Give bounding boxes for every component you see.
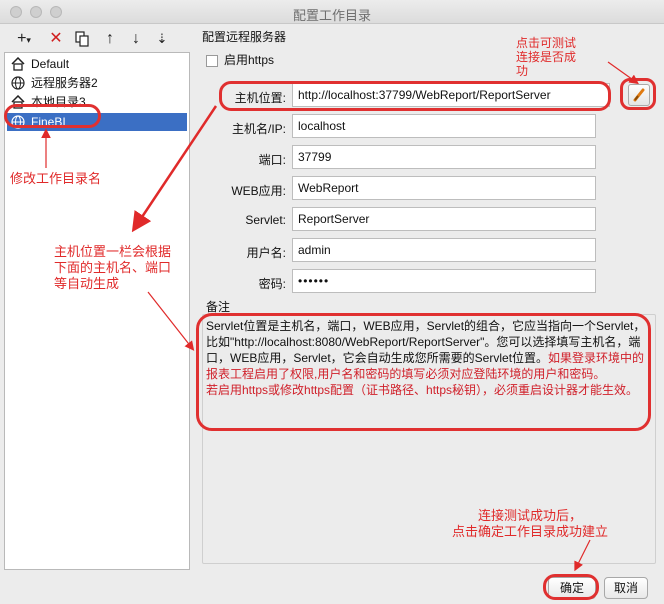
annotation-test: 点击可测试 连接是否成 功 <box>516 36 577 78</box>
host-position-highlight-oval <box>219 81 611 111</box>
home-icon <box>11 57 25 71</box>
https-label: 启用https <box>224 53 275 67</box>
delete-button[interactable]: ✕ <box>46 29 66 49</box>
https-checkbox-row[interactable]: 启用https <box>206 51 274 67</box>
https-checkbox[interactable] <box>206 54 218 67</box>
workspace-tree[interactable]: Default 远程服务器2 本地目录3 FineBI <box>4 52 190 570</box>
finebi-highlight-oval <box>4 104 101 128</box>
move-up-button[interactable]: ↑ <box>100 29 120 49</box>
password-input[interactable]: •••••• <box>292 269 596 293</box>
copy-icon <box>75 31 89 47</box>
arrow-up-icon: ↑ <box>106 30 114 47</box>
sort-icon: ⇣ <box>156 31 168 46</box>
annotation-autogen: 主机位置一栏会根据 下面的主机名、端口 等自动生成 <box>54 244 172 291</box>
tree-item-default[interactable]: Default <box>7 55 187 73</box>
title-bar: 配置工作目录 <box>0 0 664 24</box>
annotation-rename: 修改工作目录名 <box>10 171 102 186</box>
host-input[interactable]: localhost <box>292 114 596 138</box>
host-label: 主机名/IP: <box>231 122 286 136</box>
webapp-input[interactable]: WebReport <box>292 176 596 200</box>
red-x-icon: ✕ <box>49 30 63 47</box>
tree-item-label: 远程服务器2 <box>31 76 98 90</box>
sort-button[interactable]: ⇣ <box>152 29 172 49</box>
workspace-toolbar: +▾ ✕ ↑ ↓ ⇣ <box>4 26 190 52</box>
notes-highlight-oval <box>196 313 651 431</box>
test-button-highlight-oval <box>620 78 656 110</box>
servlet-label: Servlet: <box>245 213 286 227</box>
arrow-down-icon: ↓ <box>132 30 140 47</box>
password-label: 密码: <box>258 277 286 291</box>
cancel-button[interactable]: 取消 <box>604 577 648 599</box>
add-dropdown-button[interactable]: +▾ <box>10 29 38 49</box>
move-down-button[interactable]: ↓ <box>126 29 146 49</box>
port-label: 端口: <box>258 153 286 167</box>
username-input[interactable]: admin <box>292 238 596 262</box>
ok-highlight-oval <box>543 574 599 600</box>
plus-dropdown-icon: +▾ <box>17 30 31 47</box>
username-label: 用户名: <box>246 246 286 260</box>
annotation-success: 连接测试成功后， 点击确定工作目录成功建立 <box>452 508 609 539</box>
globe-icon <box>11 76 25 90</box>
tree-item-remote-server-2[interactable]: 远程服务器2 <box>7 74 187 92</box>
section-title: 配置远程服务器 <box>202 30 287 44</box>
servlet-input[interactable]: ReportServer <box>292 207 596 231</box>
window-title: 配置工作目录 <box>292 8 371 23</box>
tree-item-label: Default <box>31 57 70 71</box>
webapp-label: WEB应用: <box>231 184 286 198</box>
copy-button[interactable] <box>72 29 92 49</box>
port-input[interactable]: 37799 <box>292 145 596 169</box>
